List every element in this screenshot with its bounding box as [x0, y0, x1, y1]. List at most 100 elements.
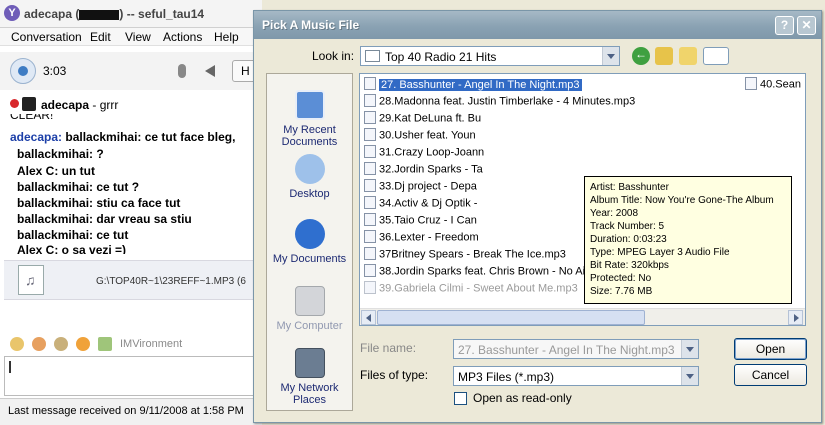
- chat-history: CLEAR! adecapa: ballackmihai: ce tut fac…: [4, 114, 256, 254]
- menu-conversation[interactable]: Conversation: [11, 30, 82, 44]
- microphone-icon[interactable]: [178, 64, 186, 78]
- place-my-computer[interactable]: My Computer: [267, 286, 352, 332]
- audio-file-icon: [364, 179, 376, 192]
- audio-file-icon: [745, 77, 757, 90]
- back-icon[interactable]: [632, 47, 650, 65]
- file-type-select[interactable]: MP3 Files (*.mp3): [453, 366, 699, 386]
- chat-line: ballackmihai: ce tut: [17, 228, 129, 242]
- list-item[interactable]: 28.Madonna feat. Justin Timberlake - 4 M…: [364, 94, 635, 112]
- tooltip-size: Size: 7.76 MB: [590, 286, 653, 297]
- list-item[interactable]: 29.Kat DeLuna ft. Bu: [364, 111, 482, 129]
- list-item[interactable]: 27. Basshunter - Angel In The Night.mp3: [364, 77, 582, 95]
- file-transfer-panel[interactable]: G:\TOP40R~1\23REFF~1.MP3 (6: [4, 260, 256, 300]
- tooltip-track: Track Number: 5: [590, 221, 665, 232]
- file-name-text: 33.Dj project - Depa: [379, 180, 477, 193]
- place-my-documents[interactable]: My Documents: [267, 219, 352, 265]
- chat-text: ballackmihai: ce tut face bleg,: [62, 130, 236, 144]
- redacted-block: [79, 9, 120, 20]
- place-my-recent-documents[interactable]: My Recent Documents: [267, 90, 352, 148]
- emoticon-icon[interactable]: [10, 337, 24, 351]
- chevron-down-icon[interactable]: [681, 367, 698, 385]
- file-name-text: 29.Kat DeLuna ft. Bu: [379, 112, 482, 125]
- audio-file-icon: [364, 247, 376, 260]
- audible-icon[interactable]: [32, 337, 46, 351]
- call-timer: 3:03: [43, 64, 67, 78]
- desktop-icon: [294, 154, 325, 184]
- read-only-label[interactable]: Open as read-only: [473, 391, 572, 405]
- messenger-title: adecapa () -- seful_tau14: [24, 7, 205, 21]
- read-only-checkbox[interactable]: [454, 392, 467, 405]
- contact-label: adecapa - grrr: [41, 98, 118, 112]
- file-list[interactable]: 27. Basshunter - Angel In The Night.mp3 …: [359, 73, 806, 326]
- speaker-icon[interactable]: [205, 65, 215, 77]
- dialog-title-bar[interactable]: Pick A Music File ? ✕: [254, 11, 821, 39]
- menu-help[interactable]: Help: [214, 30, 239, 44]
- file-name-text: 37Britney Spears - Break The Ice.mp3: [379, 248, 566, 261]
- tooltip-artist: Artist: Basshunter: [590, 182, 669, 193]
- messenger-logo-icon: Y: [4, 5, 20, 21]
- file-name-text: 32.Jordin Sparks - Ta: [379, 163, 483, 176]
- audio-file-icon: [364, 111, 376, 124]
- file-name-text: 27. Basshunter - Angel In The Night.mp3: [379, 78, 582, 91]
- busy-status-icon: [10, 99, 19, 108]
- cancel-button[interactable]: Cancel: [734, 364, 807, 386]
- list-item[interactable]: 30.Usher feat. Youn: [364, 128, 476, 146]
- place-desktop[interactable]: Desktop: [267, 154, 352, 200]
- menu-edit[interactable]: Edit: [90, 30, 111, 44]
- list-item[interactable]: 35.Taio Cruz - I Can: [364, 213, 477, 231]
- chat-line: Alex C: un tut: [17, 164, 95, 178]
- help-button[interactable]: ?: [775, 16, 794, 35]
- chevron-down-icon[interactable]: [602, 47, 619, 65]
- place-label: My Computer: [276, 320, 343, 332]
- chat-line: ballackmihai: dar vreau sa stiu: [17, 212, 192, 226]
- pick-music-file-dialog: Pick A Music File ? ✕ Look in: Top 40 Ra…: [253, 10, 822, 423]
- chat-line: adecapa: ballackmihai: ce tut face bleg,: [10, 130, 235, 144]
- horizontal-scrollbar[interactable]: [360, 308, 805, 325]
- nudge-icon[interactable]: [54, 337, 68, 351]
- file-type-value: MP3 Files (*.mp3): [458, 370, 555, 384]
- list-item[interactable]: 36.Lexter - Freedom: [364, 230, 479, 248]
- message-input[interactable]: [4, 356, 256, 396]
- audio-file-icon: [364, 128, 376, 141]
- close-button[interactable]: ✕: [797, 16, 816, 35]
- file-name-field[interactable]: 27. Basshunter - Angel In The Night.mp3: [453, 339, 699, 359]
- chevron-down-icon[interactable]: [681, 340, 698, 358]
- views-menu-icon[interactable]: [703, 47, 729, 65]
- audio-file-icon: [364, 196, 376, 209]
- place-my-network-places[interactable]: My Network Places: [267, 348, 352, 406]
- text-cursor: [9, 361, 11, 373]
- imvironment-link[interactable]: IMVironment: [120, 338, 182, 350]
- tooltip-type: Type: MPEG Layer 3 Audio File: [590, 247, 730, 258]
- file-info-tooltip: Artist: Basshunter Album Title: Now You'…: [584, 176, 792, 304]
- places-bar: My Recent Documents Desktop My Documents…: [266, 73, 353, 411]
- file-name-label: File name:: [360, 341, 417, 355]
- photo-share-icon[interactable]: [98, 337, 112, 351]
- messenger-menu-bar: Conversation Edit View Actions Help: [0, 28, 262, 46]
- up-folder-icon[interactable]: [655, 47, 673, 65]
- menu-actions[interactable]: Actions: [163, 30, 202, 44]
- look-in-dropdown[interactable]: Top 40 Radio 21 Hits: [360, 46, 620, 66]
- avatar[interactable]: [22, 97, 36, 111]
- scroll-right-icon[interactable]: [788, 310, 803, 325]
- my-computer-icon: [294, 286, 325, 316]
- new-folder-icon[interactable]: [679, 47, 697, 65]
- chat-sender: adecapa:: [10, 130, 63, 144]
- menu-view[interactable]: View: [125, 30, 151, 44]
- scroll-left-icon[interactable]: [361, 310, 376, 325]
- tooltip-album: Album Title: Now You're Gone-The Album: [590, 195, 774, 206]
- list-item[interactable]: 34.Activ & Dj Optik -: [364, 196, 477, 214]
- audio-file-icon: [364, 281, 376, 294]
- list-item[interactable]: 39.Gabriela Cilmi - Sweet About Me.mp3: [364, 281, 578, 299]
- list-item[interactable]: 33.Dj project - Depa: [364, 179, 477, 197]
- open-button[interactable]: Open: [734, 338, 807, 360]
- chat-line: ballackmihai: ce tut ?: [17, 180, 140, 194]
- contact-name: adecapa: [41, 98, 90, 112]
- list-item[interactable]: 31.Crazy Loop-Joann: [364, 145, 484, 163]
- list-item[interactable]: 37Britney Spears - Break The Ice.mp3: [364, 247, 566, 265]
- list-item[interactable]: 32.Jordin Sparks - Ta: [364, 162, 483, 180]
- list-item[interactable]: 38.Jordin Sparks feat. Chris Brown - No …: [364, 264, 613, 282]
- sun-icon[interactable]: [76, 337, 90, 351]
- list-item[interactable]: 40.Sean I: [745, 77, 805, 95]
- scroll-thumb[interactable]: [377, 310, 645, 325]
- file-name-text: 36.Lexter - Freedom: [379, 231, 479, 244]
